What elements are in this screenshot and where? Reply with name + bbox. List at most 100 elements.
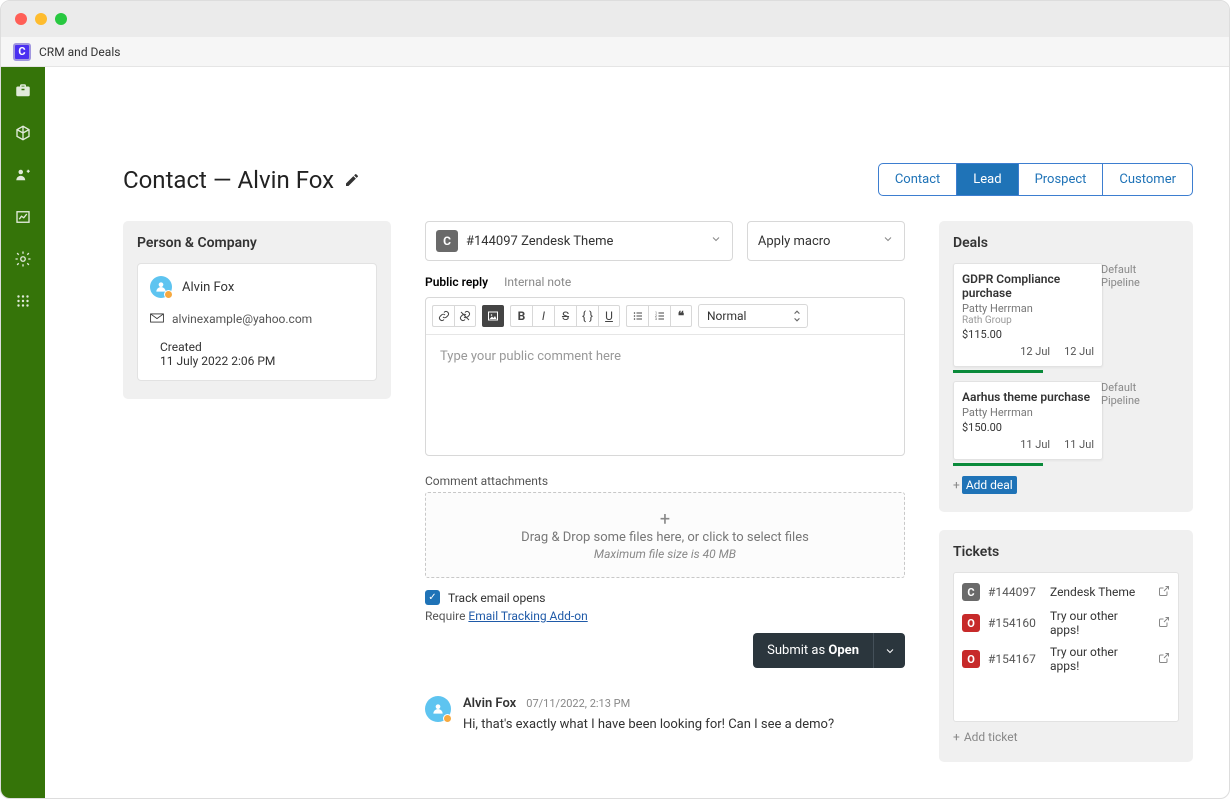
edit-icon[interactable] xyxy=(344,166,360,194)
deal-title: Aarhus theme purchase xyxy=(962,390,1094,404)
stage-tabs: Contact Lead Prospect Customer xyxy=(878,163,1193,196)
add-deal-button[interactable]: + Add deal xyxy=(953,476,1017,494)
comment-body: Hi, that's exactly what I have been look… xyxy=(463,717,834,732)
tab-customer[interactable]: Customer xyxy=(1103,164,1192,195)
dropzone-hint: Drag & Drop some files here, or click to… xyxy=(442,530,888,545)
plus-icon: + xyxy=(953,478,960,492)
deals-panel: Deals GDPR Compliance purchase Patty Her… xyxy=(939,221,1193,512)
app-window: C CRM and Deals Contact — Alvin Fox Cont… xyxy=(0,0,1230,799)
bold-button[interactable]: B xyxy=(510,305,532,327)
person-company-panel: Person & Company Alvin Fox alvinexample@… xyxy=(123,221,391,399)
page-title: Contact — Alvin Fox xyxy=(123,166,360,194)
deal-pipeline: Default Pipeline xyxy=(1101,263,1161,289)
deal-title: GDPR Compliance purchase xyxy=(962,272,1094,300)
ordered-list-button[interactable]: 123 xyxy=(648,305,670,327)
app-title: CRM and Deals xyxy=(39,45,120,59)
deal-item[interactable]: Aarhus theme purchase Patty Herrman $150… xyxy=(953,381,1179,466)
gear-icon[interactable] xyxy=(13,249,33,269)
code-button[interactable]: { } xyxy=(576,305,598,327)
deal-date2: 11 Jul xyxy=(1064,438,1094,451)
comment-timestamp: 07/11/2022, 2:13 PM xyxy=(526,697,630,710)
deal-amount: $115.00 xyxy=(962,328,1094,341)
deals-title: Deals xyxy=(953,235,1179,251)
ticket-select-label: #144097 Zendesk Theme xyxy=(466,234,613,249)
ticket-title: Try our other apps! xyxy=(1050,609,1150,637)
window-close-button[interactable] xyxy=(15,13,27,25)
link-icon[interactable] xyxy=(432,305,454,327)
person-name: Alvin Fox xyxy=(182,280,234,295)
chevron-down-icon xyxy=(882,233,894,249)
email-icon xyxy=(150,312,164,326)
page-title-text: Contact — Alvin Fox xyxy=(123,166,334,194)
format-select[interactable]: Normal xyxy=(698,304,808,328)
add-deal-label: Add deal xyxy=(962,476,1017,494)
underline-button[interactable]: U xyxy=(598,305,620,327)
ticket-title: Try our other apps! xyxy=(1050,645,1150,673)
deal-person: Patty Herrman xyxy=(962,406,1094,419)
ticket-id: #154167 xyxy=(988,652,1042,666)
editor: B I S { } U 123 ❝ xyxy=(425,297,905,456)
add-ticket-button[interactable]: + Add ticket xyxy=(953,730,1179,744)
comment: Alvin Fox 07/11/2022, 2:13 PM Hi, that's… xyxy=(425,696,905,732)
reply-tab-internal[interactable]: Internal note xyxy=(504,275,571,289)
app-bar: C CRM and Deals xyxy=(1,37,1229,67)
ticket-row[interactable]: C #144097 Zendesk Theme xyxy=(962,583,1170,601)
ticket-select[interactable]: C #144097 Zendesk Theme xyxy=(425,221,733,261)
ticket-status-badge: O xyxy=(962,650,980,668)
stepper-icon xyxy=(793,308,801,327)
add-ticket-label: Add ticket xyxy=(964,730,1018,744)
macro-select[interactable]: Apply macro xyxy=(747,221,905,261)
ticket-badge: C xyxy=(436,230,458,252)
unlink-icon[interactable] xyxy=(454,305,476,327)
created-label: Created xyxy=(150,340,364,354)
quote-button[interactable]: ❝ xyxy=(670,305,692,327)
attachment-dropzone[interactable]: + Drag & Drop some files here, or click … xyxy=(425,492,905,578)
tickets-panel: Tickets C #144097 Zendesk Theme O #15416… xyxy=(939,530,1193,762)
deal-pipeline: Default Pipeline xyxy=(1101,381,1161,407)
track-checkbox[interactable]: ✓ xyxy=(425,590,440,605)
created-date: 11 July 2022 2:06 PM xyxy=(150,354,364,368)
deal-date1: 12 Jul xyxy=(1020,345,1050,358)
external-link-icon[interactable] xyxy=(1158,585,1170,600)
briefcase-icon[interactable] xyxy=(13,81,33,101)
submit-prefix: Submit as xyxy=(767,643,828,658)
ticket-row[interactable]: O #154160 Try our other apps! xyxy=(962,609,1170,637)
comment-author: Alvin Fox xyxy=(463,696,516,711)
cube-icon[interactable] xyxy=(13,123,33,143)
window-maximize-button[interactable] xyxy=(55,13,67,25)
comment-avatar-icon xyxy=(425,696,451,722)
italic-button[interactable]: I xyxy=(532,305,554,327)
person-email: alvinexample@yahoo.com xyxy=(172,312,312,326)
window-minimize-button[interactable] xyxy=(35,13,47,25)
bullet-list-button[interactable] xyxy=(626,305,648,327)
submit-dropdown-button[interactable] xyxy=(873,633,905,668)
reply-tab-public[interactable]: Public reply xyxy=(425,275,488,289)
image-icon[interactable] xyxy=(482,305,504,327)
tab-contact[interactable]: Contact xyxy=(879,164,957,195)
ticket-id: #154160 xyxy=(988,616,1042,630)
ticket-title: Zendesk Theme xyxy=(1050,585,1150,599)
tab-lead[interactable]: Lead xyxy=(957,164,1018,195)
comment-textarea[interactable]: Type your public comment here xyxy=(426,335,904,455)
app-logo-icon: C xyxy=(13,43,31,61)
deal-item[interactable]: GDPR Compliance purchase Patty Herrman R… xyxy=(953,263,1179,373)
tab-prospect[interactable]: Prospect xyxy=(1019,164,1104,195)
external-link-icon[interactable] xyxy=(1158,652,1170,667)
ticket-row[interactable]: O #154167 Try our other apps! xyxy=(962,645,1170,673)
body: Contact — Alvin Fox Contact Lead Prospec… xyxy=(1,67,1229,798)
editor-toolbar: B I S { } U 123 ❝ xyxy=(426,298,904,335)
deal-date2: 12 Jul xyxy=(1064,345,1094,358)
ticket-status-badge: C xyxy=(962,583,980,601)
deal-company: Rath Group xyxy=(962,315,1094,326)
require-link[interactable]: Email Tracking Add-on xyxy=(468,609,587,623)
tickets-title: Tickets xyxy=(953,544,1179,560)
chart-icon[interactable] xyxy=(13,207,33,227)
submit-button[interactable]: Submit as Open xyxy=(753,633,873,668)
deal-amount: $150.00 xyxy=(962,421,1094,434)
strikethrough-button[interactable]: S xyxy=(554,305,576,327)
titlebar xyxy=(1,1,1229,37)
external-link-icon[interactable] xyxy=(1158,616,1170,631)
user-plus-icon[interactable] xyxy=(13,165,33,185)
apps-grid-icon[interactable] xyxy=(13,291,33,311)
chevron-down-icon xyxy=(710,233,722,249)
